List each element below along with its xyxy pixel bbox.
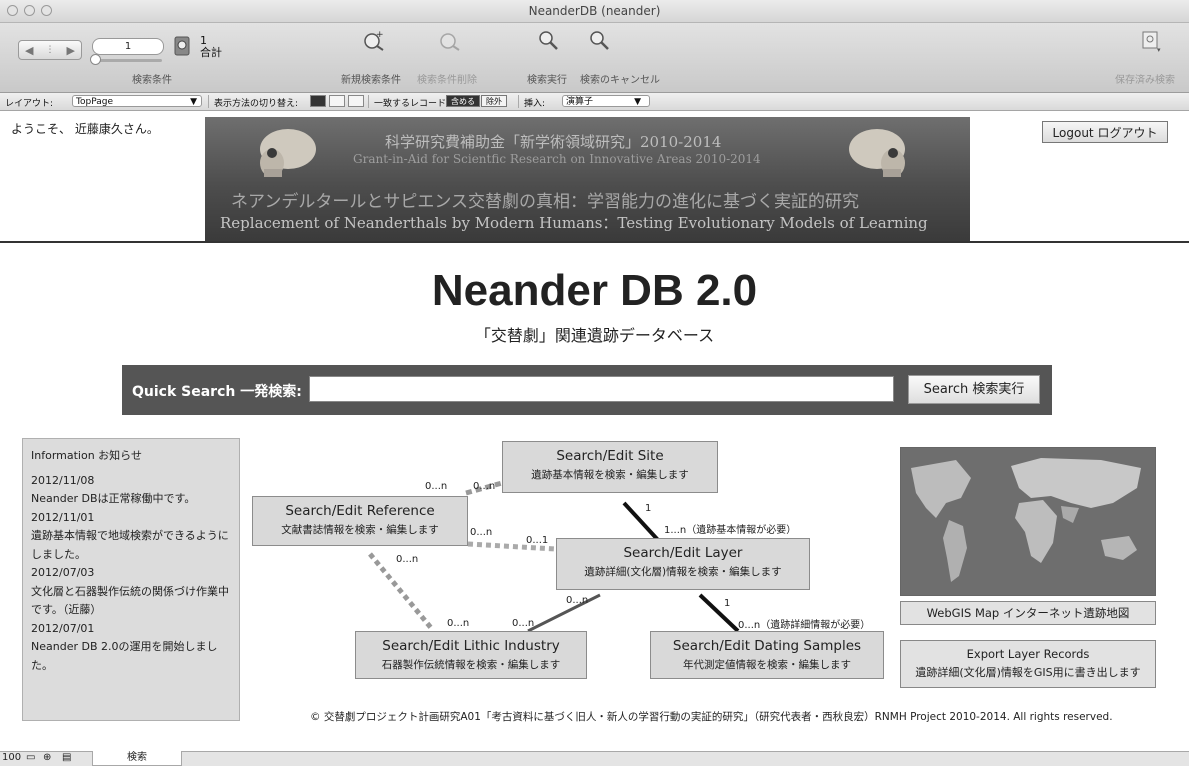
cardinality-label: 1 [645, 503, 652, 514]
zoom-out-icon[interactable]: ▭ [26, 752, 35, 763]
book-pages-icon: ⋮ [45, 45, 55, 55]
reference-title: Search/Edit Reference [285, 503, 435, 519]
cardinality-label: 0...1 [526, 535, 549, 546]
window-title: NeanderDB (neander) [528, 4, 661, 18]
previous-record-icon[interactable]: ◀ [25, 44, 33, 57]
title-bar: NeanderDB (neander) [0, 0, 1189, 23]
cardinality-label: 0...n [425, 481, 448, 492]
reference-subtitle: 文献書誌情報を検索・編集します [281, 524, 439, 536]
site-subtitle: 遺跡基本情報を検索・編集します [531, 469, 689, 481]
dating-title: Search/Edit Dating Samples [672, 638, 862, 654]
ref-lithic-connector [368, 552, 434, 631]
layout-select[interactable]: TopPage ▼ [72, 95, 202, 107]
cardinality-label: 1...n（遺跡基本情報が必要） [664, 525, 797, 536]
record-slider[interactable] [92, 59, 162, 62]
site-layer-connector [622, 501, 660, 542]
lithic-title: Search/Edit Lithic Industry [382, 638, 560, 654]
insert-operator-select[interactable]: 演算子 ▼ [562, 95, 650, 107]
view-as-list-button[interactable] [329, 95, 345, 107]
include-button[interactable]: 含める [446, 95, 480, 107]
record-total-label: 合計 [200, 46, 222, 59]
search-layer-button[interactable]: Search/Edit Layer 遺跡詳細(文化層)情報を検索・編集します [556, 538, 810, 590]
layer-subtitle: 遺跡詳細(文化層)情報を検索・編集します [584, 566, 782, 578]
copyright-footer: © 交替劇プロジェクト計画研究A01「考古資料に基づく旧人・新人の学習行動の実証… [310, 711, 1113, 723]
new-request-label: 新規検索条件 [341, 75, 401, 86]
found-set-icon [174, 36, 190, 56]
view-as-form-button[interactable] [310, 95, 326, 107]
cardinality-label: 0...n [396, 554, 419, 565]
find-criteria-label: 検索条件 [132, 75, 172, 86]
world-map-image[interactable] [900, 447, 1156, 596]
insert-select-value: 演算子 [566, 97, 594, 107]
export-title: Export Layer Records [966, 647, 1090, 661]
export-layer-records-button[interactable]: Export Layer Records 遺跡詳細(文化層)情報をGIS用に書き… [900, 640, 1156, 688]
view-as-label: 表示方法の切り替え: [214, 99, 299, 109]
search-reference-button[interactable]: Search/Edit Reference 文献書誌情報を検索・編集します [252, 496, 468, 546]
matching-records-label: 一致するレコード: [374, 99, 450, 109]
current-record-input[interactable]: 1 [92, 38, 164, 55]
mode-indicator: 検索 [92, 751, 182, 766]
cardinality-label: 0...n [566, 595, 589, 606]
next-record-icon[interactable]: ▶ [67, 44, 75, 57]
omit-button[interactable]: 除外 [481, 95, 507, 107]
world-map-icon [901, 448, 1155, 595]
lithic-subtitle: 石器製作伝統情報を検索・編集します [381, 659, 561, 671]
zoom-level[interactable]: 100 [2, 752, 21, 763]
layout-label: レイアウト: [5, 99, 54, 109]
chevron-down-icon: ▼ [634, 97, 641, 107]
svg-text:+: + [376, 30, 384, 40]
record-navigator[interactable]: ◀ ⋮ ▶ [18, 40, 82, 60]
new-request-icon[interactable]: + [362, 29, 386, 51]
separator [518, 95, 519, 108]
cardinality-label: 1 [724, 598, 731, 609]
search-lithic-button[interactable]: Search/Edit Lithic Industry 石器製作伝統情報を検索・… [355, 631, 587, 679]
search-dating-button[interactable]: Search/Edit Dating Samples 年代測定値情報を検索・編集… [650, 631, 884, 679]
zoom-in-icon[interactable]: ⊕ [43, 752, 51, 763]
svg-text:▾: ▾ [1157, 46, 1161, 53]
delete-request-label: 検索条件削除 [417, 75, 477, 86]
toolbar: ◀ ⋮ ▶ 1 1 合計 検索条件 + ▾ 新規検索条件 検索条件削除 検索実行… [0, 23, 1189, 93]
cardinality-label: 0...n [473, 481, 496, 492]
record-count: 1 合計 [200, 35, 222, 59]
layer-lithic-connector [527, 593, 601, 633]
search-site-button[interactable]: Search/Edit Site 遺跡基本情報を検索・編集します [502, 441, 718, 493]
cardinality-label: 0...n [447, 618, 470, 629]
delete-request-icon[interactable] [438, 29, 462, 51]
cancel-find-label: 検索のキャンセル [580, 75, 660, 86]
saved-finds-label: 保存済み検索 [1115, 75, 1175, 86]
site-title: Search/Edit Site [556, 448, 664, 464]
view-as-table-button[interactable] [348, 95, 364, 107]
cardinality-label: 0...n [470, 527, 493, 538]
layout-bar: レイアウト: TopPage ▼ 表示方法の切り替え: 一致するレコード: 含め… [0, 93, 1189, 111]
export-subtitle: 遺跡詳細(文化層)情報をGIS用に書き出します [915, 666, 1141, 679]
cancel-find-icon[interactable] [588, 29, 612, 51]
separator [368, 95, 369, 108]
perform-find-icon[interactable] [537, 29, 561, 51]
saved-finds-icon[interactable]: ▾ [1140, 31, 1164, 53]
insert-label: 挿入: [524, 99, 546, 109]
separator [208, 95, 209, 108]
cardinality-label: 0...n [512, 618, 535, 629]
cardinality-label: 0...n（遺跡詳細情報が必要） [738, 620, 871, 631]
status-bar: 100 ▭ ⊕ ▤ 検索 [0, 751, 1189, 766]
layout-content: ようこそ、 近藤康久さん。 科学研究費補助金「新学術領域研究」2010-2014… [0, 111, 1189, 751]
toggle-status-icon[interactable]: ▤ [62, 752, 71, 763]
layer-title: Search/Edit Layer [623, 545, 743, 561]
record-slider-thumb[interactable] [90, 54, 101, 65]
webgis-map-button[interactable]: WebGIS Map インターネット遺跡地図 [900, 601, 1156, 625]
dating-subtitle: 年代測定値情報を検索・編集します [683, 659, 851, 671]
chevron-down-icon: ▼ [190, 97, 197, 107]
layer-dating-connector [698, 593, 740, 633]
layout-select-value: TopPage [76, 97, 113, 107]
perform-find-label: 検索実行 [527, 75, 567, 86]
